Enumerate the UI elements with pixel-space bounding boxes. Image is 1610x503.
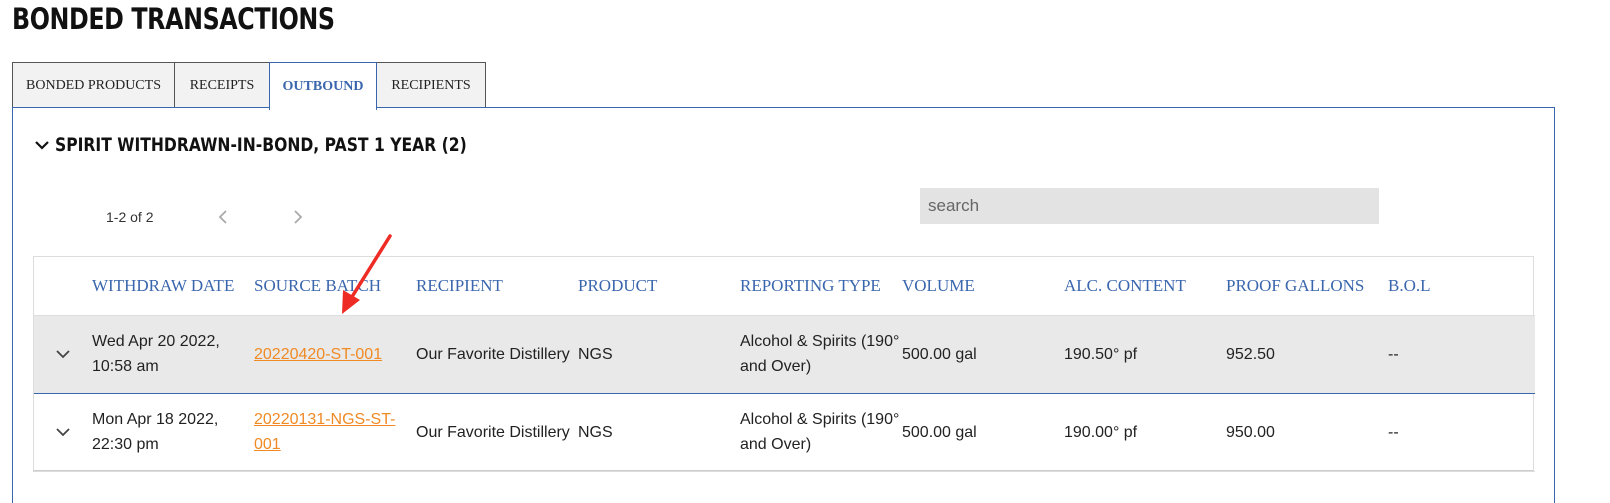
cell-recipient: Our Favorite Distillery [416, 315, 578, 394]
table-header-row: WITHDRAW DATE SOURCE BATCH RECIPIENT PRO… [34, 257, 1535, 316]
tab-bar: BONDED PRODUCTS RECEIPTS OUTBOUND RECIPI… [12, 62, 486, 110]
table-row[interactable]: Wed Apr 20 2022, 10:58 am 20220420-ST-00… [34, 315, 1535, 394]
header-bol[interactable]: B.O.L [1388, 257, 1535, 316]
section-title: SPIRIT WITHDRAWN-IN-BOND, PAST 1 YEAR (2… [55, 134, 467, 156]
cell-proof-gallons: 952.50 [1226, 315, 1388, 394]
cell-volume: 500.00 gal [902, 393, 1064, 472]
header-source-batch[interactable]: SOURCE BATCH [254, 257, 416, 316]
cell-proof-gallons: 950.00 [1226, 393, 1388, 472]
chevron-left-icon [218, 210, 227, 224]
cell-source-batch: 20220420-ST-001 [254, 315, 416, 394]
header-reporting-type[interactable]: REPORTING TYPE [740, 257, 902, 316]
chevron-right-icon [294, 210, 303, 224]
cell-bol: -- [1388, 315, 1535, 394]
cell-recipient: Our Favorite Distillery [416, 393, 578, 472]
table-row[interactable]: Mon Apr 18 2022, 22:30 pm 20220131-NGS-S… [34, 393, 1535, 472]
cell-product: NGS [578, 315, 740, 394]
page-title: BONDED TRANSACTIONS [12, 2, 335, 36]
cell-reporting-type: Alcohol & Spirits (190° and Over) [740, 393, 902, 472]
header-withdraw-date[interactable]: WITHDRAW DATE [92, 257, 254, 316]
pager-count: 1-2 of 2 [106, 209, 154, 225]
cell-reporting-type: Alcohol & Spirits (190° and Over) [740, 315, 902, 394]
source-batch-link[interactable]: 20220131-NGS-ST-001 [254, 411, 395, 453]
withdrawn-table: WITHDRAW DATE SOURCE BATCH RECIPIENT PRO… [33, 256, 1535, 472]
expand-cell[interactable] [34, 315, 92, 394]
search-input[interactable] [920, 188, 1379, 224]
cell-bol: -- [1388, 393, 1535, 472]
header-recipient[interactable]: RECIPIENT [416, 257, 578, 316]
header-expand [34, 257, 92, 316]
pager-prev-button[interactable] [212, 206, 234, 228]
tab-receipts[interactable]: RECEIPTS [174, 62, 270, 108]
cell-alc-content: 190.50° pf [1064, 315, 1226, 394]
cell-volume: 500.00 gal [902, 315, 1064, 394]
header-volume[interactable]: VOLUME [902, 257, 1064, 316]
chevron-down-icon[interactable] [54, 345, 72, 363]
cell-alc-content: 190.00° pf [1064, 393, 1226, 472]
header-proof-gallons[interactable]: PROOF GALLONS [1226, 257, 1388, 316]
cell-withdraw-date: Wed Apr 20 2022, 10:58 am [92, 315, 254, 394]
chevron-down-icon [35, 141, 49, 150]
source-batch-link[interactable]: 20220420-ST-001 [254, 346, 382, 363]
header-product[interactable]: PRODUCT [578, 257, 740, 316]
cell-withdraw-date: Mon Apr 18 2022, 22:30 pm [92, 393, 254, 472]
section-toggle[interactable]: SPIRIT WITHDRAWN-IN-BOND, PAST 1 YEAR (2… [33, 134, 557, 156]
chevron-down-icon[interactable] [54, 423, 72, 441]
header-alc-content[interactable]: ALC. CONTENT [1064, 257, 1226, 316]
tab-recipients[interactable]: RECIPIENTS [376, 62, 486, 108]
tab-bonded-products[interactable]: BONDED PRODUCTS [12, 62, 175, 108]
tab-outbound[interactable]: OUTBOUND [269, 62, 377, 110]
cell-product: NGS [578, 393, 740, 472]
outbound-panel: SPIRIT WITHDRAWN-IN-BOND, PAST 1 YEAR (2… [12, 107, 1555, 503]
cell-source-batch: 20220131-NGS-ST-001 [254, 393, 416, 472]
pager-next-button[interactable] [287, 206, 309, 228]
expand-cell[interactable] [34, 393, 92, 472]
